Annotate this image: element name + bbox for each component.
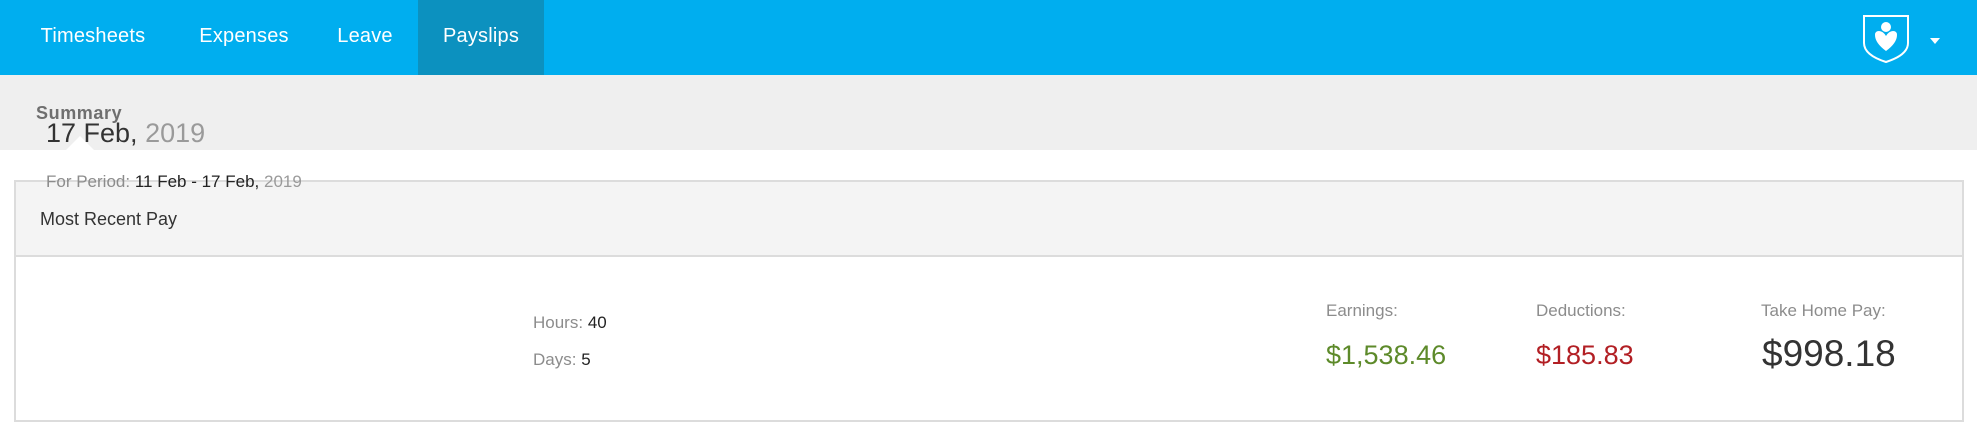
hours-value: 40 [587,313,607,332]
hours-label: Hours: [533,313,584,332]
earnings-label: Earnings: [1326,301,1398,320]
tab-timesheets[interactable]: Timesheets [0,0,186,75]
pay-period: For Period: 11 Feb - 17 Feb, 2019 [46,172,302,192]
take-home-pay-value: $998.18 [1762,333,1896,374]
take-home-pay-label: Take Home Pay: [1761,301,1886,320]
days-label: Days: [533,350,577,369]
pay-date-day-month: 17 Feb, [46,118,138,148]
pay-period-range: 11 Feb - 17 Feb, [134,172,260,191]
tab-leave[interactable]: Leave [302,0,428,75]
sub-navigation: Summary [0,75,1977,150]
deductions-label: Deductions: [1536,301,1626,320]
pay-date-year: 2019 [145,118,206,148]
pay-date: 17 Feb, 2019 [46,118,205,149]
pay-period-year: 2019 [263,172,302,191]
tab-payslips[interactable]: Payslips [418,0,544,75]
deductions-value: $185.83 [1536,340,1634,370]
pay-period-label: For Period: [46,172,131,191]
days-value: 5 [581,350,591,369]
card-header: Most Recent Pay [16,182,1962,257]
card-title: Most Recent Pay [40,209,178,229]
tab-expenses[interactable]: Expenses [186,0,302,75]
days-stat: Days: 5 [533,350,591,370]
earnings-value: $1,538.46 [1326,340,1447,370]
hours-stat: Hours: 40 [533,313,607,333]
top-navigation: Timesheets Expenses Leave Payslips [0,0,1977,75]
caret-down-icon[interactable] [1928,33,1942,44]
most-recent-pay-card: Most Recent Pay [14,180,1964,422]
shield-heart-icon[interactable] [1860,13,1912,64]
